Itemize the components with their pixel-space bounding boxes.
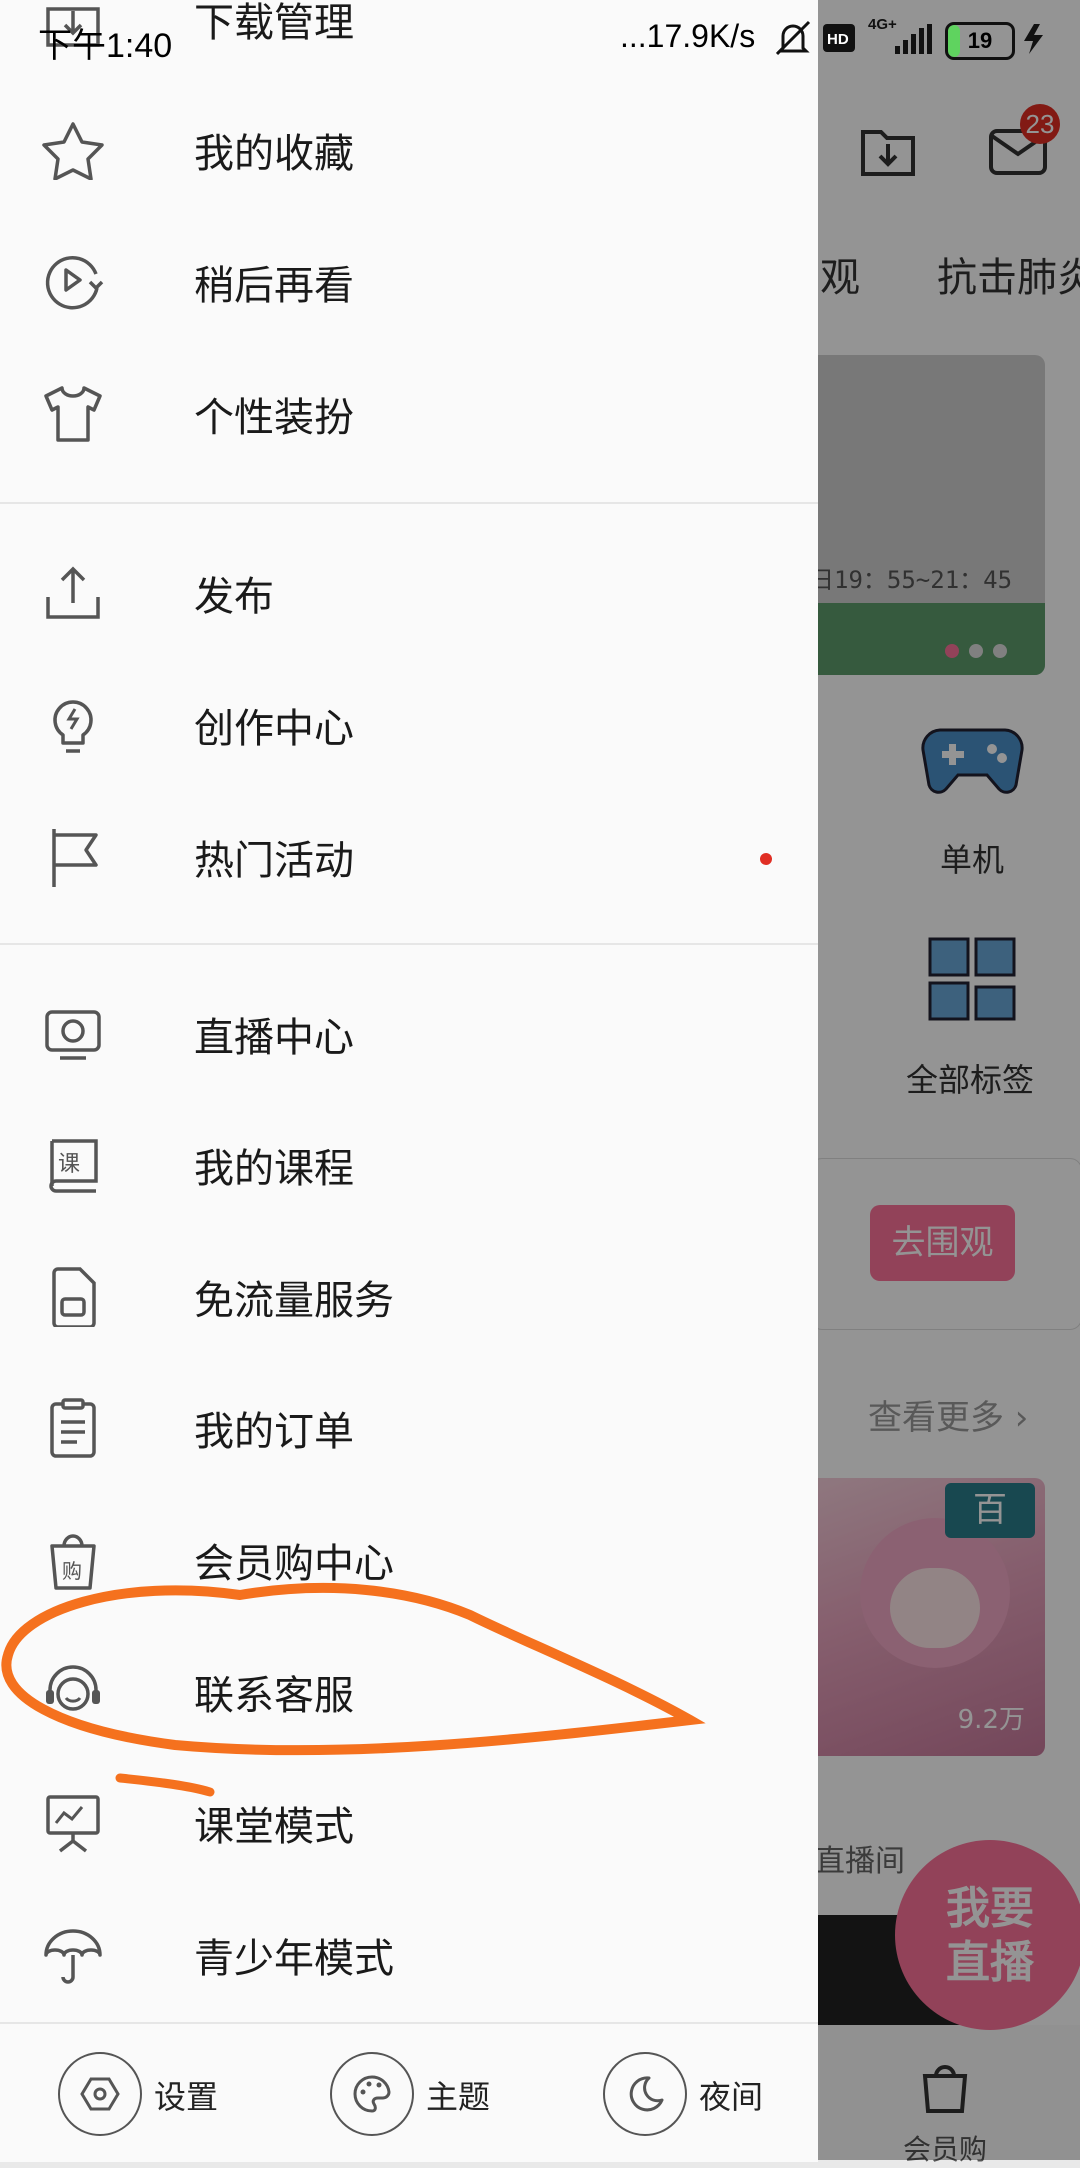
svg-text:HD: HD xyxy=(827,31,849,48)
menu-publish[interactable]: 发布 xyxy=(0,538,818,648)
menu-favorites[interactable]: 我的收藏 xyxy=(0,95,818,205)
menu-label: 稍后再看 xyxy=(194,263,354,309)
menu-label: 免流量服务 xyxy=(194,1278,394,1324)
status-time: 下午1:40 xyxy=(38,27,173,65)
theme-label: 主题 xyxy=(426,2078,491,2116)
order-clipboard-icon xyxy=(50,1398,96,1458)
star-icon xyxy=(42,122,104,180)
battery-indicator: 19 xyxy=(945,22,1015,60)
hd-icon: HD xyxy=(823,24,855,52)
notification-dot xyxy=(760,853,772,865)
menu-hot-events[interactable]: 热门活动 xyxy=(0,802,818,912)
signal-icon xyxy=(895,24,932,54)
night-mode-label: 夜间 xyxy=(699,2078,764,2116)
menu-label: 个性装扮 xyxy=(194,395,354,441)
menu-label: 创作中心 xyxy=(194,706,354,752)
divider xyxy=(0,502,818,504)
charging-icon xyxy=(1024,24,1043,54)
hand-drawn-circle-annotation xyxy=(1,1582,706,1797)
menu-creator-center[interactable]: 创作中心 xyxy=(0,670,818,780)
menu-my-orders[interactable]: 我的订单 xyxy=(0,1373,818,1483)
menu-live-center[interactable]: 直播中心 xyxy=(0,979,818,1089)
live-tv-icon xyxy=(45,1010,101,1060)
sim-card-icon xyxy=(52,1267,96,1327)
svg-text:课: 课 xyxy=(58,1152,80,1177)
menu-teen-mode[interactable]: 青少年模式 xyxy=(0,1900,818,2010)
navigation-drawer: 下载管理 我的收藏 稍后再看 个性装扮 发布 创作中心 热门活动 直播中心 课 … xyxy=(0,0,818,2162)
menu-label: 发布 xyxy=(194,574,274,620)
menu-label: 我的课程 xyxy=(194,1146,354,1192)
menu-label: 青少年模式 xyxy=(194,1936,394,1982)
watch-later-icon xyxy=(45,256,104,310)
bell-muted-icon xyxy=(775,20,811,56)
divider xyxy=(0,943,818,945)
course-book-icon: 课 xyxy=(49,1139,98,1193)
menu-label: 热门活动 xyxy=(194,838,354,884)
menu-label: 我的订单 xyxy=(194,1409,354,1455)
upload-icon xyxy=(46,566,100,619)
menu-label: 我的收藏 xyxy=(194,131,354,177)
menu-label: 课堂模式 xyxy=(194,1804,354,1850)
settings-hex-icon xyxy=(80,2077,120,2111)
flag-icon xyxy=(52,829,98,887)
network-speed: ...17.9K/s xyxy=(620,18,756,54)
menu-free-data[interactable]: 免流量服务 xyxy=(0,1242,818,1352)
menu-my-courses[interactable]: 课 我的课程 xyxy=(0,1110,818,1220)
settings-label: 设置 xyxy=(154,2078,219,2116)
drawer-footer: 设置 主题 夜间 xyxy=(0,2022,818,2162)
status-bar: 下午1:40 ...17.9K/s HD 4G+ 19 xyxy=(0,0,1080,80)
menu-label: 直播中心 xyxy=(194,1015,354,1061)
menu-personal-dressup[interactable]: 个性装扮 xyxy=(0,359,818,469)
lightbulb-icon xyxy=(53,700,93,753)
menu-watch-later[interactable]: 稍后再看 xyxy=(0,227,818,337)
classroom-board-icon xyxy=(46,1795,100,1853)
tshirt-icon xyxy=(44,386,102,442)
umbrella-icon xyxy=(44,1929,102,1984)
moon-icon xyxy=(629,2076,664,2112)
palette-icon xyxy=(353,2075,391,2113)
